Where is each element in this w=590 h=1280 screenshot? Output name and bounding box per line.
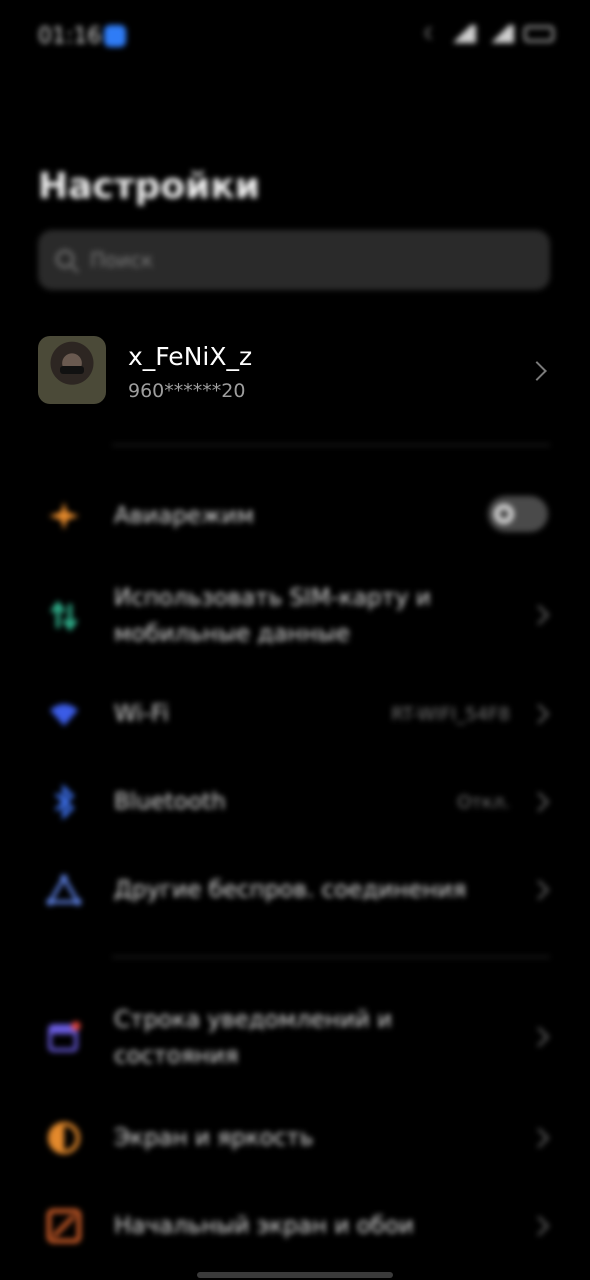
chevron-right-icon <box>529 1027 549 1047</box>
mobile-data-icon <box>50 600 78 632</box>
connections-icon <box>46 874 82 906</box>
setting-airplane-mode[interactable]: Авиарежим <box>0 496 590 536</box>
brightness-icon <box>48 1122 80 1154</box>
notification-app-icon <box>104 25 126 47</box>
search-input[interactable]: Поиск <box>38 230 550 290</box>
status-icons: ☾ <box>424 24 554 43</box>
wifi-icon <box>50 704 78 726</box>
setting-label: Строка уведомлений и состояния <box>114 1007 393 1069</box>
page-title: Настройки <box>38 166 261 207</box>
setting-wifi[interactable]: Wi-Fi RT-WIFI_54F8 <box>0 696 590 732</box>
signal-icon <box>448 24 476 43</box>
setting-label: Bluetooth <box>114 789 226 815</box>
search-placeholder: Поиск <box>90 248 154 272</box>
airplane-mode-toggle[interactable] <box>488 496 548 532</box>
setting-value: Откл. <box>457 792 510 813</box>
chevron-right-icon <box>529 1216 549 1236</box>
signal-2-icon <box>486 24 514 43</box>
setting-label: Использовать SIM-карту и мобильные данны… <box>114 585 431 647</box>
chevron-right-icon <box>529 605 549 625</box>
chevron-right-icon <box>527 361 547 381</box>
home-indicator[interactable] <box>197 1272 393 1278</box>
chevron-right-icon <box>529 792 549 812</box>
account-profile[interactable]: x_FeNiX_z 960******20 <box>38 336 558 406</box>
setting-bluetooth[interactable]: Bluetooth Откл. <box>0 784 590 820</box>
setting-home-wallpaper[interactable]: Начальный экран и обои <box>0 1208 590 1244</box>
notification-bar-icon <box>48 1021 81 1052</box>
chevron-right-icon <box>529 704 549 724</box>
profile-phone: 960******20 <box>128 380 246 402</box>
divider <box>112 444 550 446</box>
setting-label: Экран и яркость <box>114 1125 314 1151</box>
alarm-icon: ☾ <box>423 24 438 43</box>
wallpaper-icon <box>47 1209 81 1243</box>
setting-label: Другие беспров. соединения <box>114 877 467 903</box>
avatar <box>38 336 106 404</box>
setting-label: Wi-Fi <box>114 701 169 727</box>
profile-name: x_FeNiX_z <box>128 342 253 371</box>
setting-label: Начальный экран и обои <box>114 1213 414 1239</box>
status-bar: 01:16 ☾ <box>0 0 590 72</box>
search-icon <box>56 250 74 268</box>
setting-display-brightness[interactable]: Экран и яркость <box>0 1120 590 1156</box>
setting-other-wireless[interactable]: Другие беспров. соединения <box>0 872 590 908</box>
setting-label: Авиарежим <box>114 503 255 529</box>
status-time: 01:16 <box>38 24 102 49</box>
chevron-right-icon <box>529 1128 549 1148</box>
divider <box>112 956 550 958</box>
airplane-icon <box>49 502 79 530</box>
bluetooth-icon <box>54 784 75 820</box>
setting-value: RT-WIFI_54F8 <box>391 704 510 725</box>
battery-icon <box>524 25 554 42</box>
setting-sim-mobile-data[interactable]: Использовать SIM-карту и мобильные данны… <box>0 580 590 652</box>
chevron-right-icon <box>529 880 549 900</box>
setting-notification-bar[interactable]: Строка уведомлений и состояния <box>0 1002 590 1074</box>
